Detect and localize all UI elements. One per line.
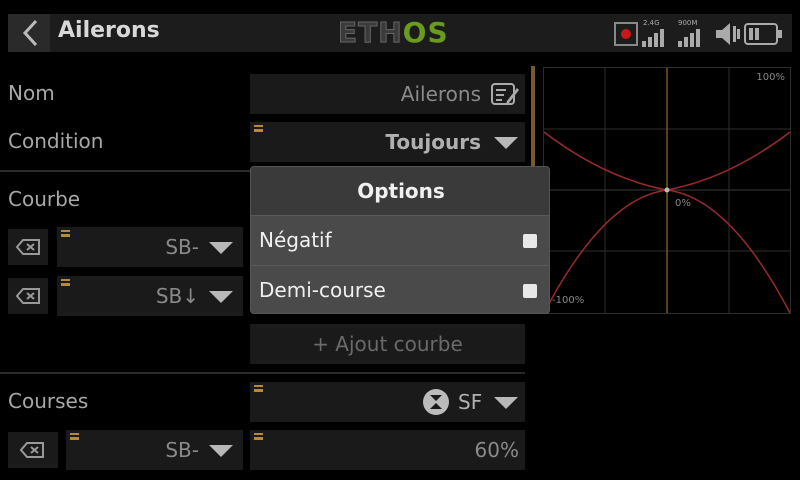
condition-value: Toujours xyxy=(385,130,481,154)
dropdown-arrow-icon xyxy=(209,242,233,254)
dropdown-arrow-icon xyxy=(209,445,233,457)
backspace-icon xyxy=(15,239,40,255)
option-negatif[interactable]: Négatif xyxy=(251,215,549,265)
marker-icon xyxy=(70,433,79,440)
rx2-label: 900M xyxy=(678,19,698,27)
ethos-logo: ETHOS xyxy=(338,16,449,50)
center-point xyxy=(664,187,670,193)
name-field[interactable]: Ailerons xyxy=(250,74,525,114)
record-icon xyxy=(614,22,638,46)
option-negatif-label: Négatif xyxy=(259,228,332,252)
curve2-source-value: SB↓ xyxy=(155,284,199,308)
delete-curve2-button[interactable] xyxy=(8,278,48,314)
options-dialog: Options Négatif Demi-course xyxy=(250,166,550,314)
curve2-source-dropdown[interactable]: SB↓ xyxy=(57,276,243,316)
backspace-icon xyxy=(19,442,44,458)
condition-label: Condition xyxy=(8,129,104,153)
dropdown-arrow-icon xyxy=(209,291,233,303)
signal-2g4-icon xyxy=(642,29,664,47)
divider xyxy=(0,372,525,374)
option-demi-course-label: Demi-course xyxy=(259,278,386,302)
marker-icon xyxy=(61,279,70,286)
course-value: 60% xyxy=(474,438,519,462)
marker-icon xyxy=(254,385,263,392)
dropdown-arrow-icon xyxy=(494,137,518,149)
page-title: Ailerons xyxy=(58,18,160,43)
delete-course-button[interactable] xyxy=(8,432,58,468)
marker-icon xyxy=(254,125,263,132)
course-sub-source-value: SB- xyxy=(165,438,199,462)
graph-top-label: 100% xyxy=(756,72,785,83)
scrollbar[interactable] xyxy=(531,66,535,168)
switch-icon xyxy=(423,389,449,415)
add-curve-button[interactable]: + Ajout courbe xyxy=(250,324,525,364)
name-label: Nom xyxy=(8,81,55,105)
dropdown-arrow-icon xyxy=(494,397,518,409)
rx1-label: 2.4G xyxy=(643,19,660,27)
course-sub-source-dropdown[interactable]: SB- xyxy=(66,430,243,470)
courses-source-value: SF xyxy=(458,390,483,414)
graph-mid-label: 0% xyxy=(675,198,691,209)
delete-curve1-button[interactable] xyxy=(8,229,48,265)
courses-source-dropdown[interactable]: SF xyxy=(250,382,525,422)
option-demi-course[interactable]: Demi-course xyxy=(251,265,549,313)
curve-label: Courbe xyxy=(8,187,81,211)
graph-bottom-label: -100% xyxy=(552,295,585,306)
speaker-icon xyxy=(716,23,740,45)
curve1-source-dropdown[interactable]: SB- xyxy=(57,227,243,267)
curve1-source-value: SB- xyxy=(165,235,199,259)
back-button[interactable] xyxy=(8,14,50,52)
dialog-title: Options xyxy=(251,167,549,215)
course-value-field[interactable]: 60% xyxy=(250,430,525,470)
chevron-left-icon xyxy=(22,19,38,47)
curve-graph: 100% 0% -100% xyxy=(543,67,791,314)
marker-icon xyxy=(254,433,263,440)
demi-course-checkbox[interactable] xyxy=(523,284,537,298)
condition-dropdown[interactable]: Toujours xyxy=(250,122,525,162)
negatif-checkbox[interactable] xyxy=(523,234,537,248)
curve-plot xyxy=(543,68,791,314)
courses-label: Courses xyxy=(8,389,89,413)
backspace-icon xyxy=(15,288,40,304)
signal-900m-icon xyxy=(678,29,700,47)
battery-icon xyxy=(744,23,782,45)
edit-icon xyxy=(491,83,519,105)
marker-icon xyxy=(61,230,70,237)
name-value: Ailerons xyxy=(400,82,481,106)
